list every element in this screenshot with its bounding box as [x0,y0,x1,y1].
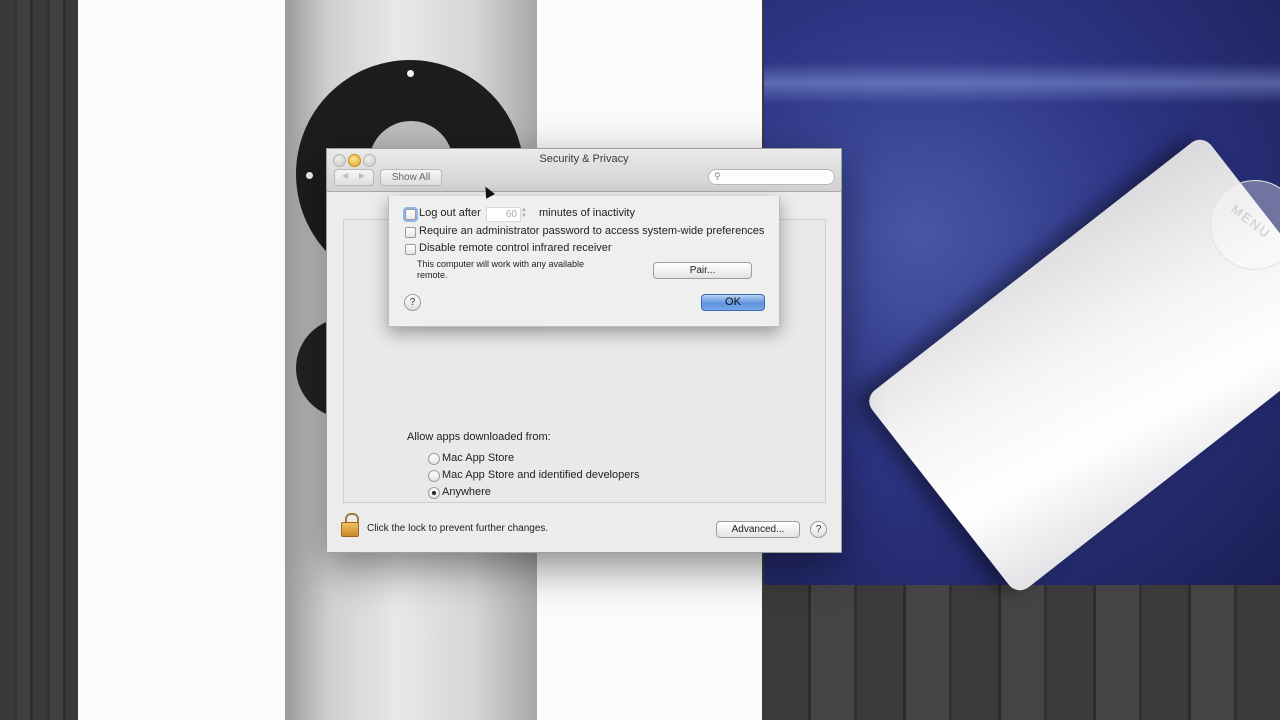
lock-icon[interactable] [339,513,359,537]
lock-message: Click the lock to prevent further change… [367,523,549,534]
ok-button[interactable]: OK [701,294,765,311]
admin-password-label: Require an administrator password to acc… [419,225,765,237]
radio-button-selected[interactable] [428,487,440,499]
advanced-settings-sheet: Log out after 60 ▲ ▼ minutes of inactivit… [388,196,780,327]
pair-button[interactable]: Pair... [653,262,752,279]
radio-button[interactable] [428,453,440,465]
help-icon[interactable]: ? [810,521,827,538]
back-forward-control[interactable]: ◀ ▶ [334,169,374,186]
remote-dot-left [306,172,313,179]
search-input[interactable]: ⚲ [708,169,835,185]
logout-label: Log out after [419,207,481,219]
logout-suffix: minutes of inactivity [539,207,635,219]
radio-label: Mac App Store [442,452,515,464]
remote-dot-top [407,70,414,77]
disable-remote-label: Disable remote control infrared receiver [419,242,612,254]
admin-password-checkbox[interactable] [405,227,416,238]
radio-button[interactable] [428,470,440,482]
allow-apps-heading: Allow apps downloaded from: [407,431,551,443]
advanced-button[interactable]: Advanced... [716,521,800,538]
minutes-stepper-icon[interactable]: ▲ ▼ [520,207,528,220]
radio-label: Mac App Store and identified developers [442,469,640,481]
back-arrow-icon[interactable]: ◀ [342,171,348,180]
background-cloth-stripe [764,62,1280,104]
window-title: Security & Privacy [539,153,629,165]
show-all-button[interactable]: Show All [380,169,442,186]
logout-minutes-field[interactable]: 60 [486,207,521,222]
radio-label: Anywhere [442,486,491,498]
lock-body [341,522,359,537]
search-icon: ⚲ [714,171,721,181]
disable-remote-checkbox[interactable] [405,244,416,255]
background-wood-left [0,0,78,720]
logout-checkbox[interactable] [405,209,416,220]
forward-arrow-icon[interactable]: ▶ [359,171,365,180]
sheet-help-icon[interactable]: ? [404,294,421,311]
remote-note: This computer will work with any availab… [417,259,585,280]
window-titlebar: Security & Privacy ◀ ▶ Show All ⚲ [327,149,841,192]
